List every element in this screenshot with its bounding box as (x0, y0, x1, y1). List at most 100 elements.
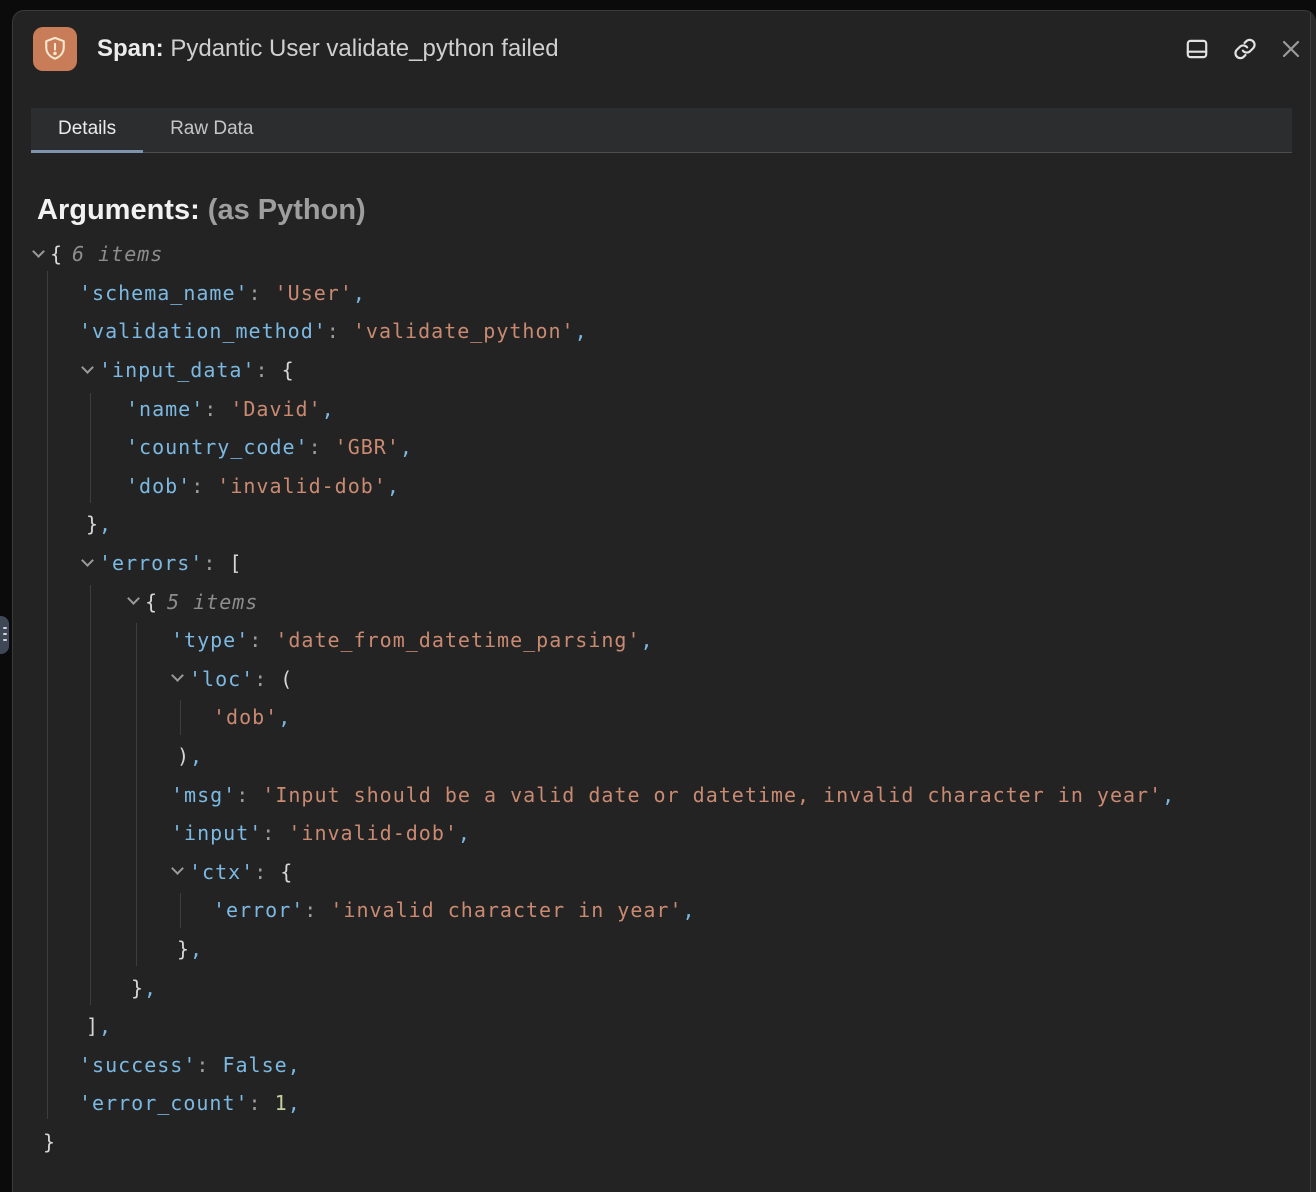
token-colon: : (262, 821, 275, 845)
token-key: 'ctx' (189, 860, 254, 884)
collapse-chevron-icon[interactable] (81, 361, 94, 374)
token-str: 'GBR' (322, 435, 400, 459)
token-str: 'dob' (213, 705, 278, 729)
code-line: 'validation_method': 'validate_python', (13, 312, 1308, 351)
tab-raw-data-label: Raw Data (170, 118, 253, 140)
token-key: 'type' (171, 628, 249, 652)
token-key: 'schema_name' (79, 281, 249, 305)
token-key: 'success' (79, 1053, 196, 1077)
indent-guide (136, 623, 137, 966)
token-brace: [ (216, 551, 242, 575)
token-brace: } (177, 937, 190, 961)
collapse-chevron-icon[interactable] (171, 669, 184, 682)
code-line: ], (13, 1007, 1308, 1046)
panel-title: Span: Pydantic User validate_python fail… (97, 35, 559, 63)
token-brace: { (267, 860, 293, 884)
token-key: 'msg' (171, 783, 236, 807)
indent-guide (90, 585, 91, 1005)
token-key: 'errors' (99, 551, 203, 575)
indent-guide (180, 893, 181, 928)
scrollbar-track[interactable] (1310, 11, 1316, 1192)
token-comma: , (387, 474, 400, 498)
code-line: 'input_data': { (13, 351, 1308, 390)
token-comma: , (353, 281, 366, 305)
token-comma: , (144, 976, 157, 1000)
token-str: 'invalid-dob' (204, 474, 387, 498)
token-key: 'error' (213, 898, 304, 922)
token-comma: , (190, 744, 203, 768)
code-line: 'error_count': 1, (13, 1084, 1308, 1123)
token-brace: } (43, 1130, 56, 1154)
token-colon: : (236, 783, 249, 807)
token-key: 'dob' (126, 474, 191, 498)
token-colon: : (249, 628, 262, 652)
token-comma: , (1162, 783, 1175, 807)
code-line: }, (13, 505, 1308, 544)
arguments-json-tree: {6 items'schema_name': 'User','validatio… (13, 235, 1308, 1192)
copy-link-button[interactable] (1225, 29, 1265, 69)
tab-details[interactable]: Details (31, 108, 143, 153)
token-key: 'input' (171, 821, 262, 845)
collapse-chevron-icon[interactable] (32, 245, 45, 258)
token-colon: : (327, 319, 340, 343)
token-comma: , (99, 512, 112, 536)
code-line: 'input': 'invalid-dob', (13, 814, 1308, 853)
panel-title-text: Pydantic User validate_python failed (164, 35, 559, 62)
token-comma: , (575, 319, 588, 343)
token-comma: , (322, 397, 335, 421)
code-line: 'success': False, (13, 1045, 1308, 1084)
code-line: {6 items (13, 235, 1308, 274)
close-icon (1279, 37, 1303, 61)
token-colon: : (254, 667, 267, 691)
collapse-chevron-icon[interactable] (171, 862, 184, 875)
panel-resize-grip[interactable] (0, 616, 9, 654)
token-comma: , (400, 435, 413, 459)
token-brace: { (269, 358, 295, 382)
collapse-chevron-icon[interactable] (81, 554, 94, 567)
token-colon: : (304, 898, 317, 922)
code-line: 'schema_name': 'User', (13, 274, 1308, 313)
token-str: 'date_from_datetime_parsing' (262, 628, 640, 652)
token-key: 'input_data' (99, 358, 256, 382)
indent-guide (180, 700, 181, 735)
tab-raw-data[interactable]: Raw Data (143, 108, 280, 153)
token-brace: { (50, 242, 63, 266)
link-icon (1232, 36, 1258, 62)
code-line: 'ctx': { (13, 853, 1308, 892)
token-items: 5 items (167, 590, 258, 614)
shield-alert-icon (33, 27, 77, 71)
token-comma: , (99, 1014, 112, 1038)
code-line: 'country_code': 'GBR', (13, 428, 1308, 467)
token-key: 'name' (126, 397, 204, 421)
token-num: 1 (262, 1091, 288, 1115)
token-key: 'loc' (189, 667, 254, 691)
token-key: 'error_count' (79, 1091, 249, 1115)
token-brace: ] (86, 1014, 99, 1038)
token-str: 'Input should be a valid date or datetim… (249, 783, 1162, 807)
token-brace: ) (177, 744, 190, 768)
tab-bar: Details Raw Data (31, 108, 1292, 153)
token-key: 'validation_method' (79, 319, 327, 343)
code-line: 'dob': 'invalid-dob', (13, 467, 1308, 506)
token-str: 'invalid character in year' (317, 898, 682, 922)
code-line: 'msg': 'Input should be a valid date or … (13, 775, 1308, 814)
token-colon: : (196, 1053, 209, 1077)
token-colon: : (191, 474, 204, 498)
collapse-chevron-icon[interactable] (127, 592, 140, 605)
panel-title-label: Span: (97, 35, 164, 62)
token-colon: : (256, 358, 269, 382)
code-line: }, (13, 930, 1308, 969)
token-str: 'User' (262, 281, 353, 305)
close-button[interactable] (1271, 29, 1311, 69)
code-line: 'name': 'David', (13, 389, 1308, 428)
open-in-panel-button[interactable] (1177, 29, 1217, 69)
indent-guide (90, 393, 91, 503)
token-comma: , (288, 1053, 301, 1077)
code-line: {5 items (13, 582, 1308, 621)
token-brace: } (131, 976, 144, 1000)
token-kw: False (209, 1053, 287, 1077)
token-brace: { (145, 590, 158, 614)
token-key: 'country_code' (126, 435, 309, 459)
token-brace: } (86, 512, 99, 536)
arguments-heading-main: Arguments: (37, 194, 208, 226)
